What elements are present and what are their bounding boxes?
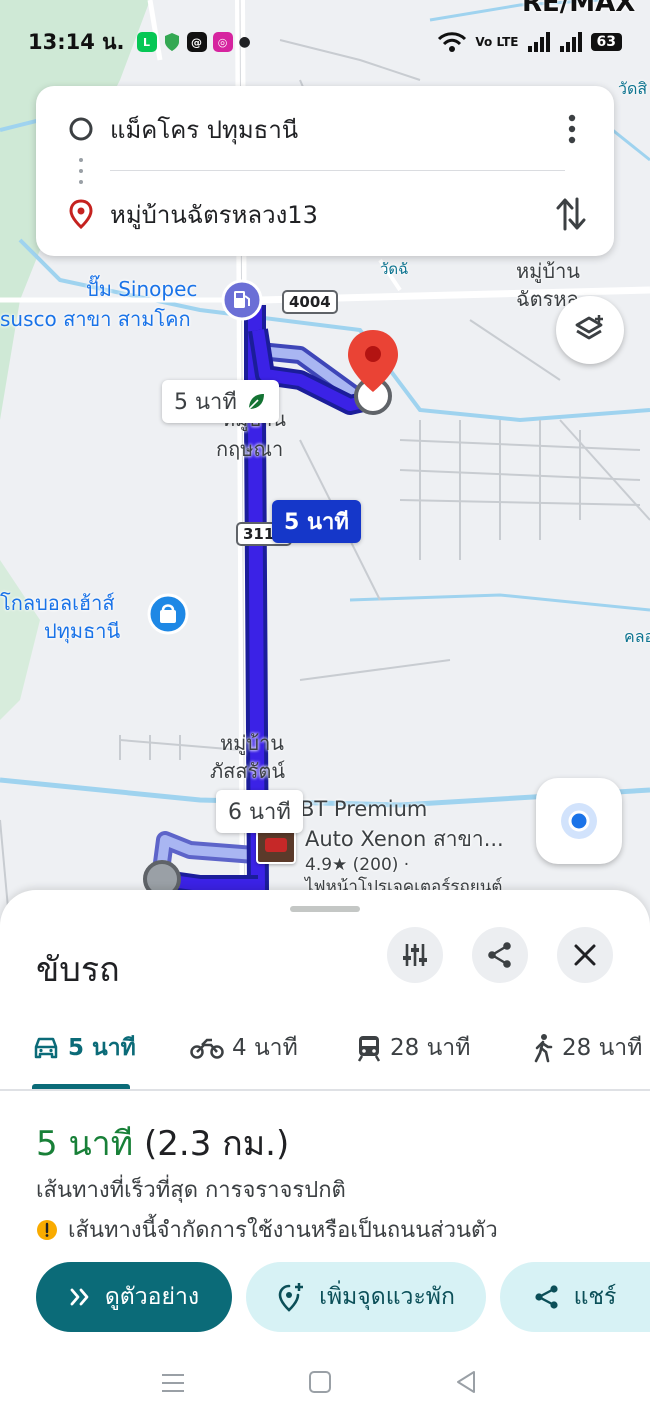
add-stop-button-label: เพิ่มจุดแวะพัก	[319, 1284, 455, 1310]
layers-icon	[575, 315, 603, 340]
eta-bubble-alt[interactable]: 6 นาที	[216, 790, 303, 833]
gas-station-icon[interactable]	[220, 278, 264, 322]
warning-text: เส้นทางนี้จำกัดการใช้งานหรือเป็นถนนส่วนต…	[68, 1218, 498, 1243]
my-location-button[interactable]	[536, 778, 622, 864]
map-label-village-phatsorn-2: ภัสสรัตน์	[210, 759, 285, 783]
map-label-global-house-2[interactable]: ปทุมธานี	[44, 618, 120, 644]
my-location-icon	[561, 803, 597, 839]
destination-row[interactable]: หมู่บ้านฉัตรหลวง13	[36, 184, 614, 244]
double-chevron-right-icon	[70, 1288, 89, 1306]
map-label-village-phatsorn: หมู่บ้าน	[220, 731, 284, 755]
recents-menu-icon[interactable]	[160, 1372, 186, 1394]
share-button[interactable]: แชร์	[500, 1262, 650, 1332]
map-label-remax: RE/MAX	[522, 0, 636, 18]
map-label-village-kritsana-2: กฤษณา	[216, 437, 284, 461]
sheet-title: ขับรถ	[36, 950, 120, 990]
warning-icon	[37, 1219, 57, 1240]
origin-row[interactable]: แม็คโคร ปทุมธานี	[36, 99, 614, 159]
map-label-sinopec[interactable]: ปั๊ม Sinopec	[86, 276, 197, 302]
notification-icons: L @ ◎ ●	[136, 32, 251, 52]
shield-app-icon	[164, 33, 179, 51]
more-vert-icon[interactable]	[560, 112, 584, 146]
tab-transit-label: 28 นาที	[390, 1035, 471, 1061]
share-icon	[534, 1285, 558, 1309]
road-shield-4004: 4004	[282, 290, 338, 314]
eta-bubble-primary[interactable]: 5 นาที	[272, 500, 361, 543]
destination-pin-icon[interactable]	[345, 330, 401, 420]
preview-button[interactable]: ดูตัวอย่าง	[36, 1262, 232, 1332]
route-divider	[110, 170, 565, 171]
tabs-divider	[0, 1089, 650, 1091]
share-route-button[interactable]	[472, 927, 528, 983]
travel-mode-tabs: 5 นาที 4 นาที 28 นาที 28 นาที	[0, 1020, 650, 1090]
add-location-icon	[278, 1283, 304, 1312]
drag-handle[interactable]	[290, 906, 360, 912]
origin-circle-icon	[69, 117, 93, 141]
motorcycle-icon	[190, 1038, 224, 1059]
tab-walk-label: 28 นาที	[562, 1035, 643, 1061]
car-icon	[34, 1037, 58, 1059]
map-label-global-house[interactable]: โกลบอลเฮ้าส์	[0, 590, 115, 616]
instagram-app-icon: ◎	[212, 32, 233, 52]
walk-icon	[534, 1034, 553, 1063]
more-dot-icon: ●	[238, 34, 251, 50]
destination-pin-small-icon	[69, 199, 93, 229]
leaf-icon	[248, 393, 264, 410]
tab-motorcycle[interactable]: 4 นาที	[190, 1020, 298, 1076]
route-dots-icon	[79, 158, 83, 184]
signal-2-icon	[559, 32, 582, 52]
tab-transit[interactable]: 28 นาที	[356, 1020, 470, 1076]
shopping-bag-icon[interactable]	[146, 592, 190, 636]
line-app-icon: L	[136, 32, 157, 52]
destination-field[interactable]: หมู่บ้านฉัตรหลวง13	[110, 195, 318, 234]
layers-button[interactable]	[556, 296, 624, 364]
summary-time: 5 นาที	[36, 1124, 134, 1164]
eta-eco-label: 5 นาที	[174, 390, 237, 415]
map-label-susco[interactable]: susco สาขา สามโคก	[0, 306, 191, 332]
map-label-shop-name-2[interactable]: Auto Xenon สาขา...	[305, 826, 504, 852]
map-label-wat-2: วัดฉั	[380, 260, 409, 278]
share-button-label: แชร์	[573, 1284, 617, 1310]
tab-walk[interactable]: 28 นาที	[532, 1020, 642, 1076]
transit-icon	[357, 1036, 381, 1062]
route-options-button[interactable]	[387, 927, 443, 983]
status-time: 13:14 น.	[28, 29, 125, 54]
eta-bubble-eco[interactable]: 5 นาที	[162, 380, 279, 423]
route-description: เส้นทางที่เร็วที่สุด การจราจรปกติ	[36, 1178, 346, 1203]
threads-app-icon: @	[186, 32, 207, 52]
system-nav-bar	[0, 1360, 650, 1410]
summary-distance: (2.3 กม.)	[144, 1124, 290, 1164]
battery-indicator: 63	[590, 33, 622, 51]
tab-motorcycle-label: 4 นาที	[232, 1035, 298, 1061]
volte-indicator: Vo LTE	[475, 35, 519, 49]
route-input-card: แม็คโคร ปทุมธานี หมู่บ้านฉัตรหลวง13	[36, 86, 614, 256]
preview-button-label: ดูตัวอย่าง	[104, 1284, 200, 1310]
close-icon	[574, 944, 596, 966]
swap-icon[interactable]	[554, 195, 588, 233]
map-label-shop-name[interactable]: BT Premium	[300, 796, 427, 822]
route-summary: 5 นาที (2.3 กม.)	[36, 1116, 289, 1170]
map-label-village-chatluang: หมู่บ้าน	[516, 259, 580, 283]
status-right: Vo LTE 63	[437, 31, 622, 53]
route-warning: เส้นทางนี้จำกัดการใช้งานหรือเป็นถนนส่วนต…	[36, 1212, 498, 1247]
tune-icon	[403, 944, 427, 966]
map-label-klong: คลอ	[624, 627, 650, 646]
map-label-wat-1: วัดสิ	[618, 79, 648, 98]
signal-1-icon	[527, 32, 550, 52]
origin-field[interactable]: แม็คโคร ปทุมธานี	[110, 110, 298, 149]
share-icon	[488, 942, 511, 968]
tab-drive[interactable]: 5 นาที	[32, 1020, 136, 1076]
back-triangle-icon[interactable]	[454, 1370, 478, 1394]
directions-sheet: ขับรถ 5 นาที 4 นาที 28 นาที 28 นาที 5 นา…	[0, 890, 650, 1422]
status-bar: 13:14 น. L @ ◎ ● Vo LTE 63	[0, 22, 650, 62]
wifi-icon	[438, 32, 467, 52]
home-square-icon[interactable]	[308, 1370, 332, 1394]
add-stop-button[interactable]: เพิ่มจุดแวะพัก	[246, 1262, 486, 1332]
tab-drive-label: 5 นาที	[68, 1035, 136, 1061]
close-button[interactable]	[557, 927, 613, 983]
